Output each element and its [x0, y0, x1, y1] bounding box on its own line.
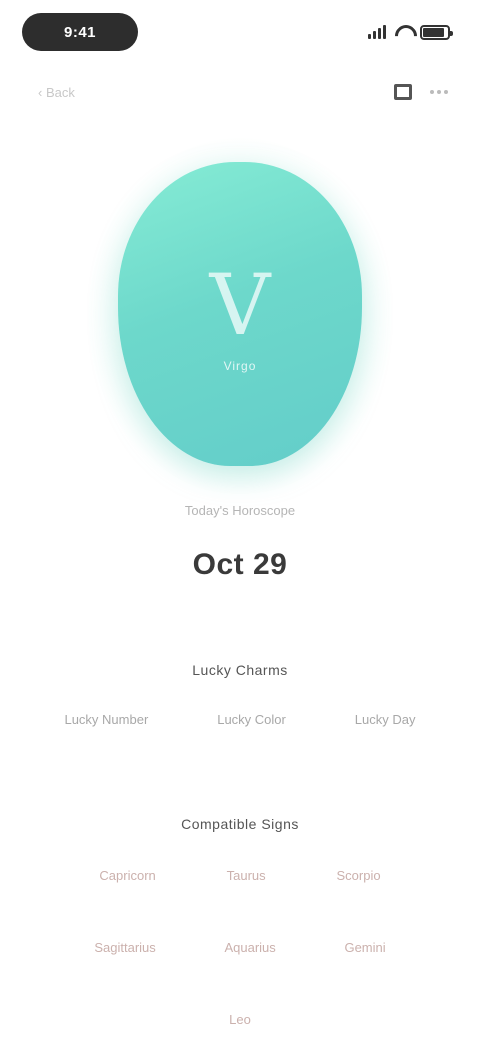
- sign-chip[interactable]: Scorpio: [327, 862, 391, 889]
- top-nav: ‹ Back: [38, 78, 450, 106]
- compatible-row-3: Leo: [0, 1006, 480, 1033]
- zodiac-letter: V: [209, 256, 271, 354]
- nav-actions: [392, 81, 450, 103]
- section-title-compatible: Compatible Signs: [181, 816, 299, 832]
- status-time-pill: 9:41: [22, 13, 138, 51]
- status-time: 9:41: [63, 23, 97, 41]
- lucky-day-chip[interactable]: Lucky Day: [345, 706, 426, 733]
- sign-chip[interactable]: Leo: [219, 1006, 261, 1033]
- lucky-color-chip[interactable]: Lucky Color: [207, 706, 296, 733]
- day-label: Today's Horoscope: [184, 503, 296, 518]
- sign-chip[interactable]: Sagittarius: [84, 934, 165, 961]
- back-button[interactable]: ‹ Back: [38, 85, 75, 100]
- date-value: Oct 29: [192, 548, 288, 581]
- section-title-lucky: Lucky Charms: [192, 662, 288, 678]
- signal-icon: [368, 25, 386, 39]
- lucky-number-chip[interactable]: Lucky Number: [54, 706, 158, 733]
- more-icon[interactable]: [428, 81, 450, 103]
- zodiac-caption: Virgo: [223, 359, 257, 373]
- book-icon[interactable]: [392, 81, 414, 103]
- status-icons: [368, 24, 453, 40]
- sign-chip[interactable]: Aquarius: [214, 934, 285, 961]
- sign-chip[interactable]: Taurus: [217, 862, 276, 889]
- wifi-icon: [394, 25, 412, 39]
- compatible-row-1: Capricorn Taurus Scorpio: [0, 862, 480, 889]
- lucky-row: Lucky Number Lucky Color Lucky Day: [0, 706, 480, 733]
- battery-icon: [420, 24, 453, 40]
- sign-chip[interactable]: Capricorn: [89, 862, 165, 889]
- zodiac-orb[interactable]: V Virgo: [118, 162, 362, 466]
- status-bar: 9:41: [22, 12, 453, 52]
- sign-chip[interactable]: Gemini: [334, 934, 395, 961]
- compatible-row-2: Sagittarius Aquarius Gemini: [0, 934, 480, 961]
